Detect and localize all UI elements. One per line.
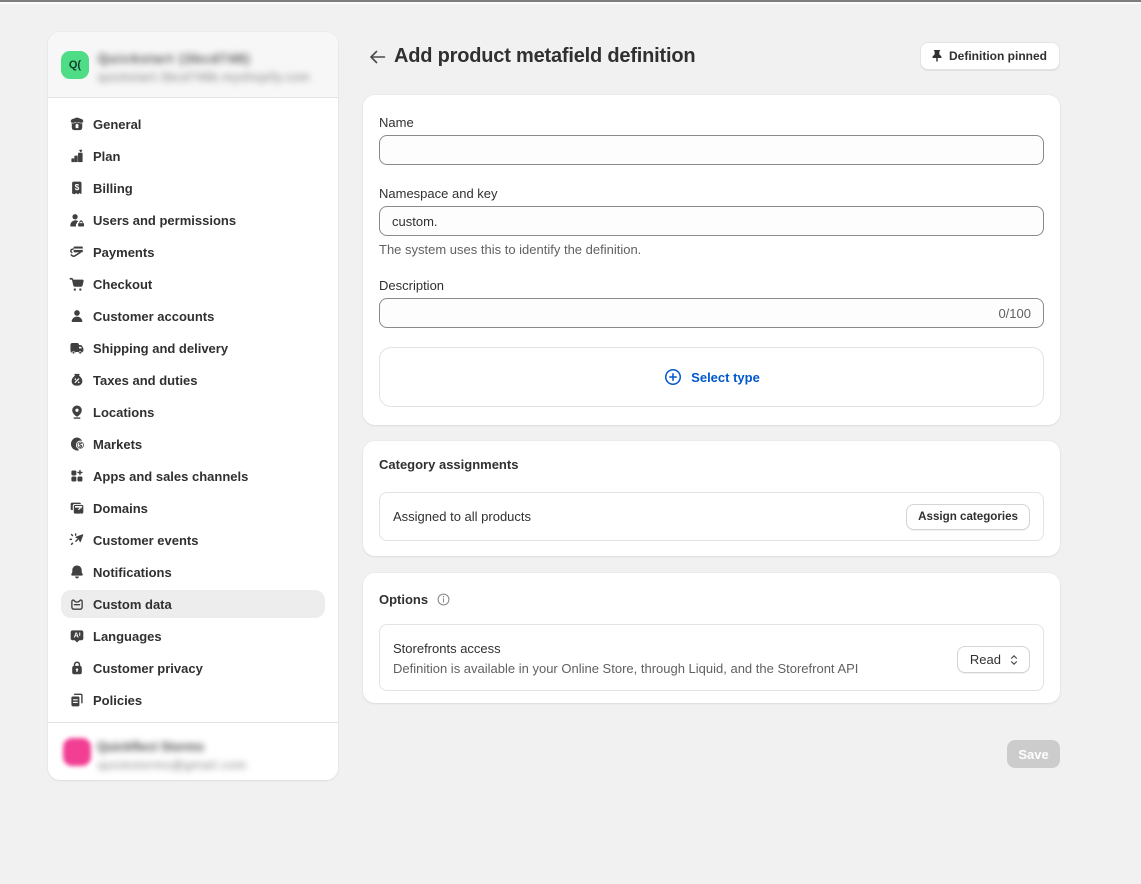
svg-text:A: A (74, 631, 79, 640)
svg-text:$: $ (75, 182, 80, 192)
svg-text:$: $ (79, 442, 83, 449)
